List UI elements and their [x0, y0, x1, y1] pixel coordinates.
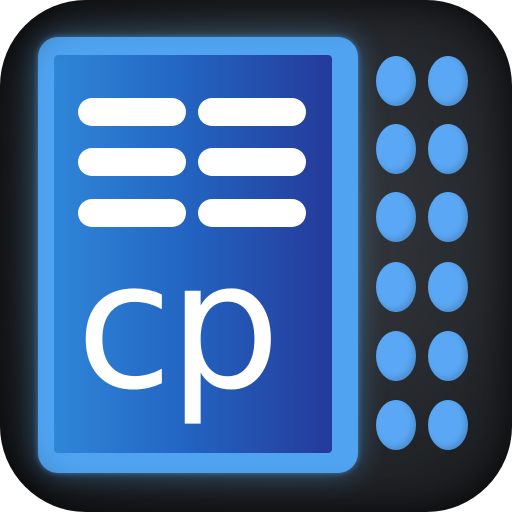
keypad-dot-icon	[376, 262, 416, 312]
horizontal-bar-icon	[198, 148, 306, 176]
keypad-dot-icon	[376, 124, 416, 174]
horizontal-bar-icon	[198, 199, 306, 227]
horizontal-bar-icon	[198, 98, 306, 126]
keypad-dot-icon	[428, 262, 468, 312]
keypad-dot-icon	[376, 400, 416, 450]
device-frame: cp	[38, 37, 358, 473]
keypad-dot-icon	[376, 192, 416, 242]
app-icon[interactable]: cp	[0, 0, 512, 512]
keypad-dot-icon	[428, 331, 468, 381]
keypad-dot-icon	[428, 192, 468, 242]
keypad-dot-icon	[428, 56, 468, 106]
keypad-dot-icon	[428, 400, 468, 450]
keypad-dot-icon	[376, 56, 416, 106]
keypad-dot-icon	[376, 331, 416, 381]
horizontal-bar-icon	[78, 148, 186, 176]
keypad-dot-icon	[428, 124, 468, 174]
logo-text: cp	[76, 224, 280, 429]
device-screen: cp	[54, 55, 332, 453]
horizontal-bar-icon	[78, 98, 186, 126]
horizontal-bar-icon	[78, 199, 186, 227]
